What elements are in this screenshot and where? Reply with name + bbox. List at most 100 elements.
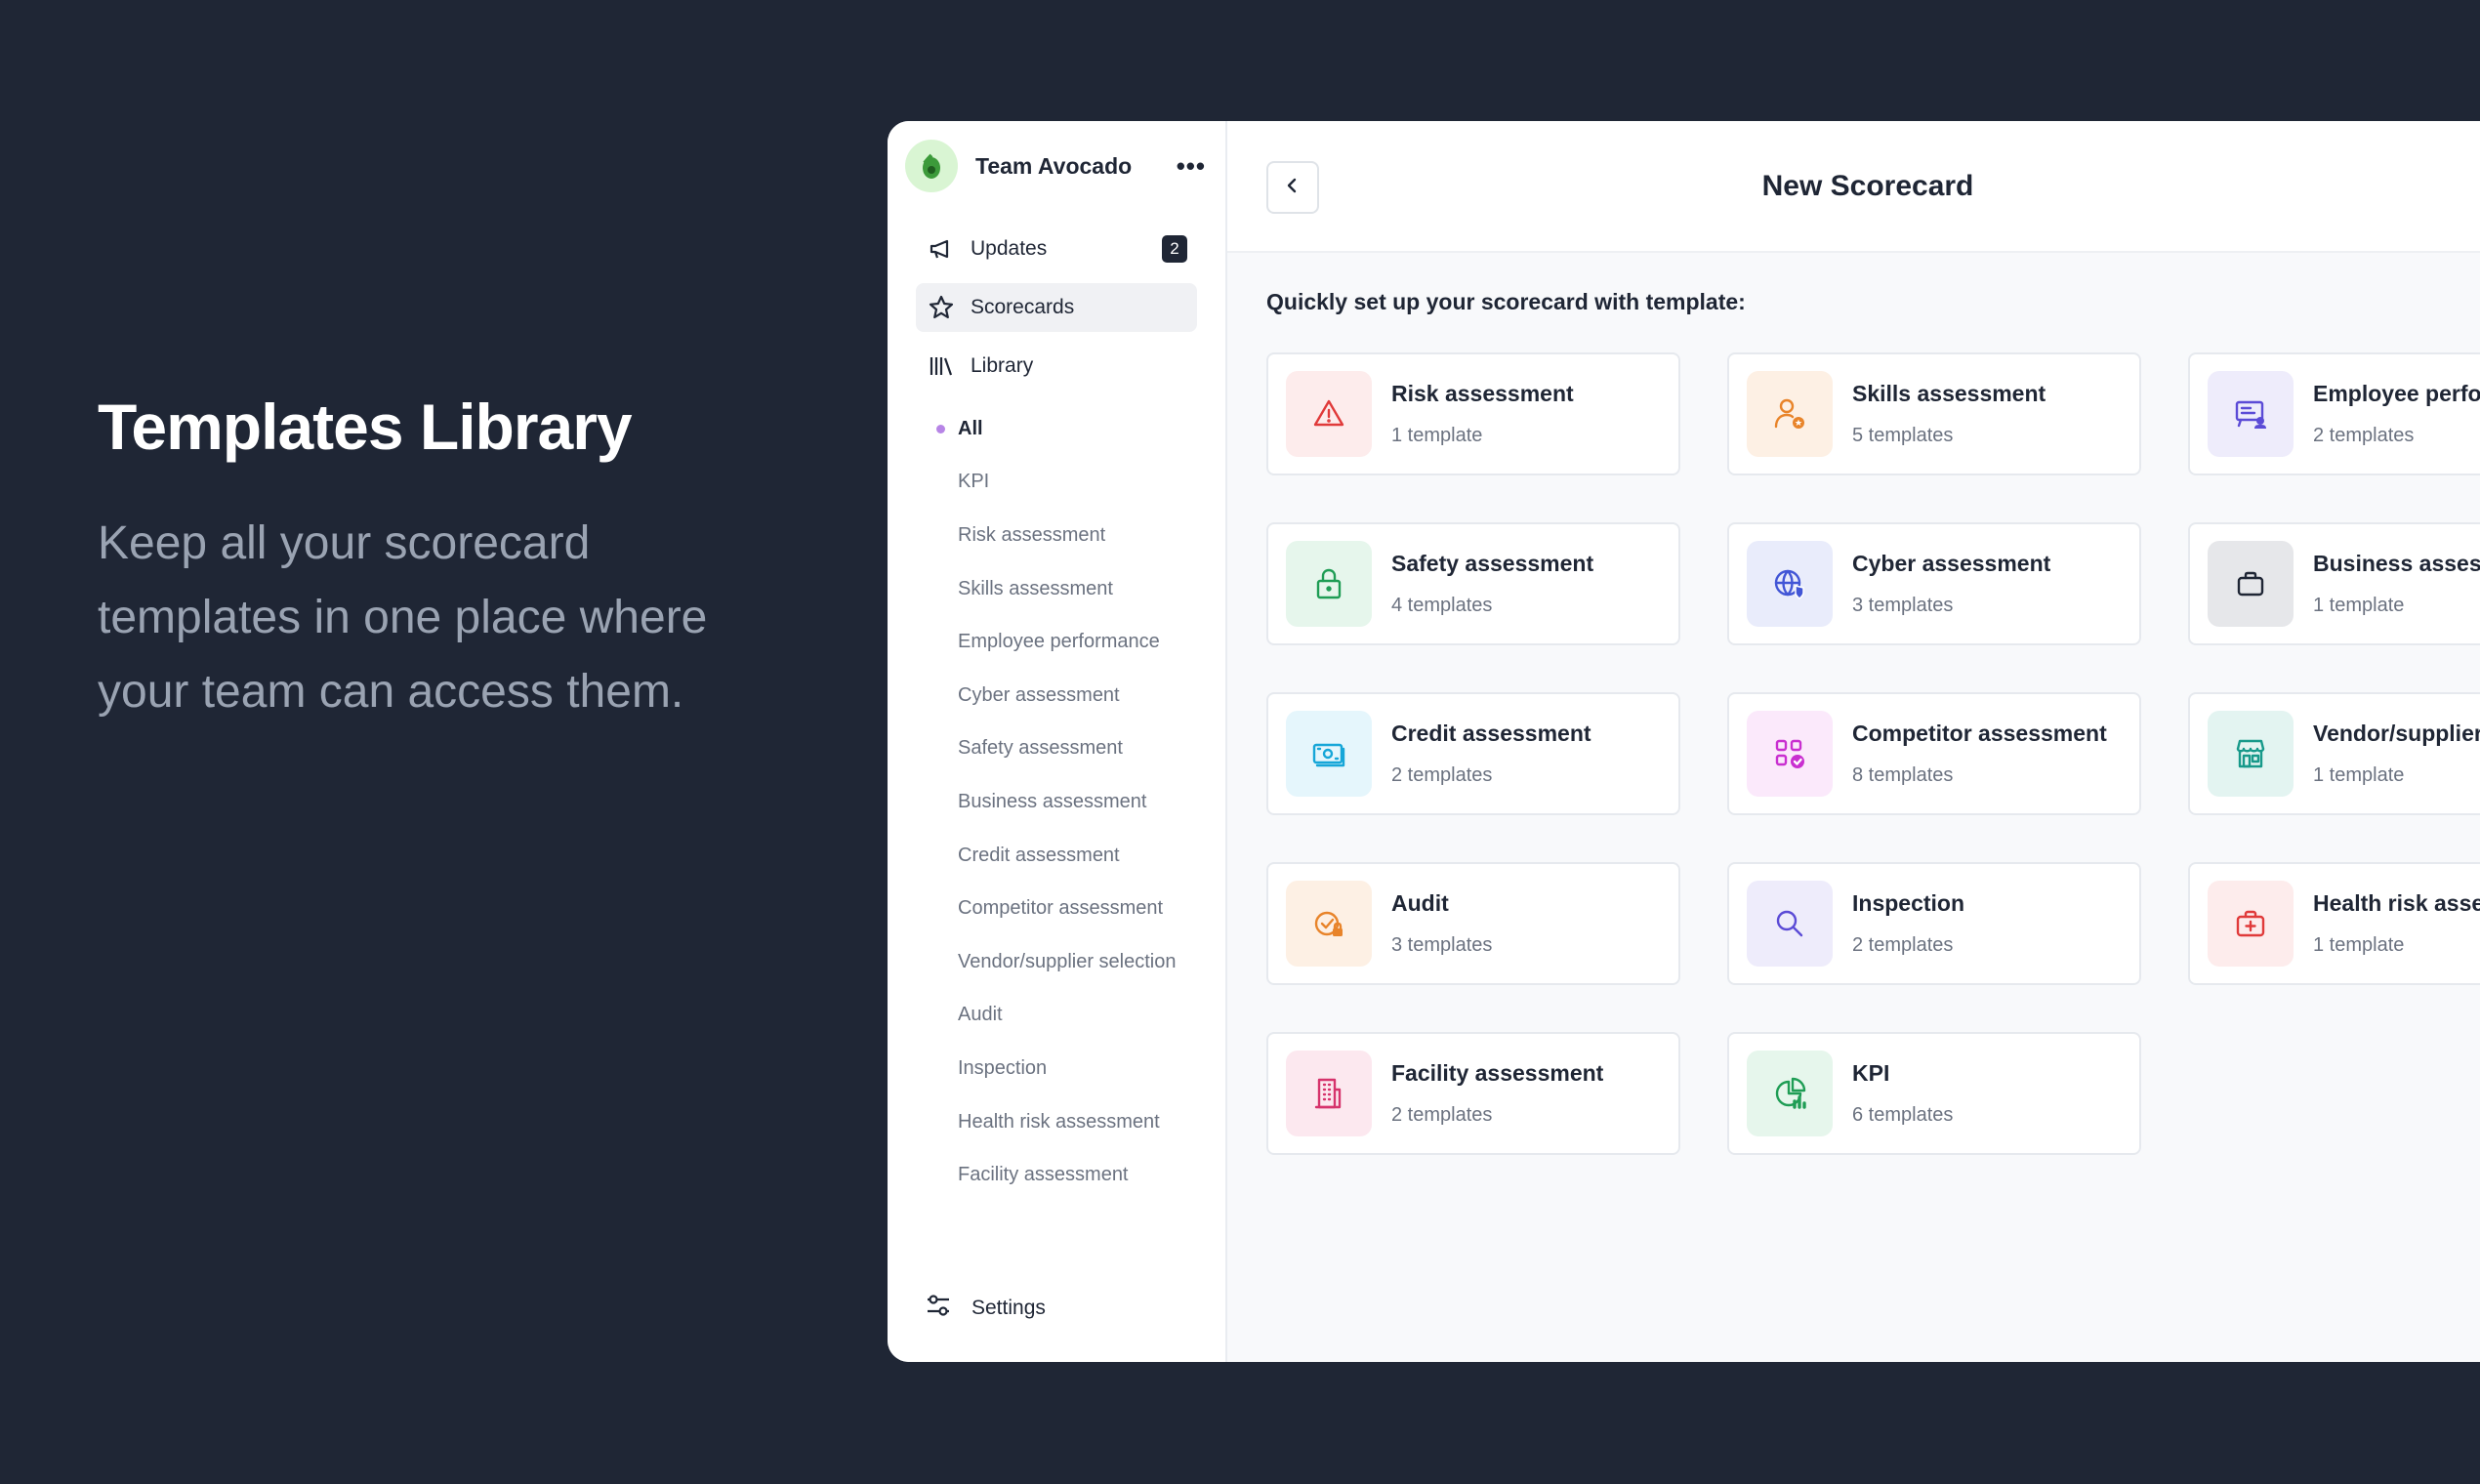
template-card[interactable]: Audit 3 templates [1266,862,1680,985]
template-card[interactable]: KPI 6 templates [1727,1032,2141,1155]
hero-section: Templates Library Keep all your scorecar… [98,386,801,729]
card-title: Vendor/supplier selection [2313,721,2480,746]
page-title: New Scorecard [1761,169,1974,202]
card-count: 1 template [2313,934,2405,956]
category-item[interactable]: Safety assessment [958,722,1225,776]
template-card[interactable]: Facility assessment 2 templates [1266,1032,1680,1155]
card-title: Safety assessment [1391,551,1594,576]
card-title: Business assessment [2313,551,2480,576]
card-title: Skills assessment [1852,381,2046,406]
category-item[interactable]: Health risk assessment [958,1095,1225,1149]
card-text: Business assessment 1 template [2313,551,2480,617]
card-text: Health risk assessment 1 template [2313,890,2480,957]
card-text: Employee performance 2 templates [2313,381,2480,447]
template-card[interactable]: Inspection 2 templates [1727,862,2141,985]
card-count: 1 template [1391,425,1483,446]
category-item[interactable]: Inspection [958,1042,1225,1095]
team-switcher[interactable]: Team Avocado ••• [888,121,1225,211]
app-window: Team Avocado ••• Updates 2 Scorecards Li… [888,121,2480,1362]
hero-description: Keep all your scorecard templates in one… [98,517,708,718]
user-star-icon [1747,371,1833,457]
card-count: 2 templates [2313,425,2415,446]
category-item[interactable]: Competitor assessment [958,882,1225,935]
card-text: Inspection 2 templates [1852,890,1964,957]
category-item[interactable]: Employee performance [958,615,1225,669]
card-title: Risk assessment [1391,381,1574,406]
sidebar: Team Avocado ••• Updates 2 Scorecards Li… [888,121,1227,1362]
sidebar-item-scorecards[interactable]: Scorecards [916,283,1197,332]
updates-count-badge: 2 [1162,235,1187,263]
category-item[interactable]: Facility assessment [958,1148,1225,1202]
category-item[interactable]: Credit assessment [958,829,1225,883]
card-title: Facility assessment [1391,1060,1604,1086]
template-card[interactable]: Risk assessment 1 template [1266,352,1680,475]
sidebar-nav: Updates 2 Scorecards Library [888,225,1225,391]
chevron-left-icon [1282,175,1303,201]
template-card[interactable]: Vendor/supplier selection 1 template [2188,692,2480,815]
card-title: Health risk assessment [2313,890,2480,916]
category-item[interactable]: Risk assessment [958,509,1225,562]
card-title: Credit assessment [1391,721,1591,746]
audit-icon [1286,881,1372,967]
sliders-icon [925,1292,952,1325]
top-bar: New Scorecard [1227,121,2480,253]
back-button[interactable] [1266,161,1319,214]
settings-button[interactable]: Settings [925,1292,1046,1325]
template-card[interactable]: Safety assessment 4 templates [1266,522,1680,645]
sidebar-item-library[interactable]: Library [916,342,1197,391]
card-title: Competitor assessment [1852,721,2107,746]
more-options-icon[interactable]: ••• [1177,151,1206,182]
main-content: New Scorecard Quickly set up your scorec… [1227,121,2480,1362]
chart-icon [1747,1051,1833,1136]
category-item[interactable]: Audit [958,989,1225,1043]
category-item[interactable]: Cyber assessment [958,669,1225,722]
card-text: Vendor/supplier selection 1 template [2313,721,2480,787]
card-title: Employee performance [2313,381,2480,406]
card-count: 4 templates [1391,595,1493,616]
settings-label: Settings [971,1297,1046,1319]
card-title: Inspection [1852,890,1965,916]
category-item[interactable]: Vendor/supplier selection [958,935,1225,989]
card-title: Cyber assessment [1852,551,2051,576]
presentation-icon [2208,371,2294,457]
globe-shield-icon [1747,541,1833,627]
section-subtitle: Quickly set up your scorecard with templ… [1266,289,1746,314]
card-text: Credit assessment 2 templates [1391,721,1591,787]
competitor-icon [1747,711,1833,797]
template-card[interactable]: Cyber assessment 3 templates [1727,522,2141,645]
lock-icon [1286,541,1372,627]
money-icon [1286,711,1372,797]
card-text: Risk assessment 1 template [1391,381,1574,447]
card-text: Cyber assessment 3 templates [1852,551,2050,617]
card-count: 3 templates [1852,595,1954,616]
category-item[interactable]: KPI [958,456,1225,510]
category-item[interactable]: Business assessment [958,775,1225,829]
medical-bag-icon [2208,881,2294,967]
sidebar-item-label: Updates [971,237,1048,260]
card-count: 6 templates [1852,1104,1954,1126]
card-title: Audit [1391,890,1449,916]
template-card[interactable]: Health risk assessment 1 template [2188,862,2480,985]
card-count: 8 templates [1852,764,1954,786]
template-card[interactable]: Credit assessment 2 templates [1266,692,1680,815]
hero-title: Templates Library [98,391,633,463]
card-count: 2 templates [1391,764,1493,786]
template-card[interactable]: Skills assessment 5 templates [1727,352,2141,475]
warning-icon [1286,371,1372,457]
card-text: Skills assessment 5 templates [1852,381,2046,447]
template-card[interactable]: Employee performance 2 templates [2188,352,2480,475]
template-card[interactable]: Competitor assessment 8 templates [1727,692,2141,815]
card-title: KPI [1852,1060,1890,1086]
category-item[interactable]: Skills assessment [958,562,1225,616]
briefcase-icon [2208,541,2294,627]
card-count: 5 templates [1852,425,1954,446]
card-text: Safety assessment 4 templates [1391,551,1593,617]
card-text: Facility assessment 2 templates [1391,1060,1603,1127]
card-count: 1 template [2313,595,2405,616]
card-text: Audit 3 templates [1391,890,1492,957]
sidebar-item-updates[interactable]: Updates 2 [916,225,1197,273]
sidebar-item-label: Scorecards [971,296,1075,318]
template-card[interactable]: Business assessment 1 template [2188,522,2480,645]
library-icon [926,350,957,382]
category-item[interactable]: All [936,402,1225,456]
